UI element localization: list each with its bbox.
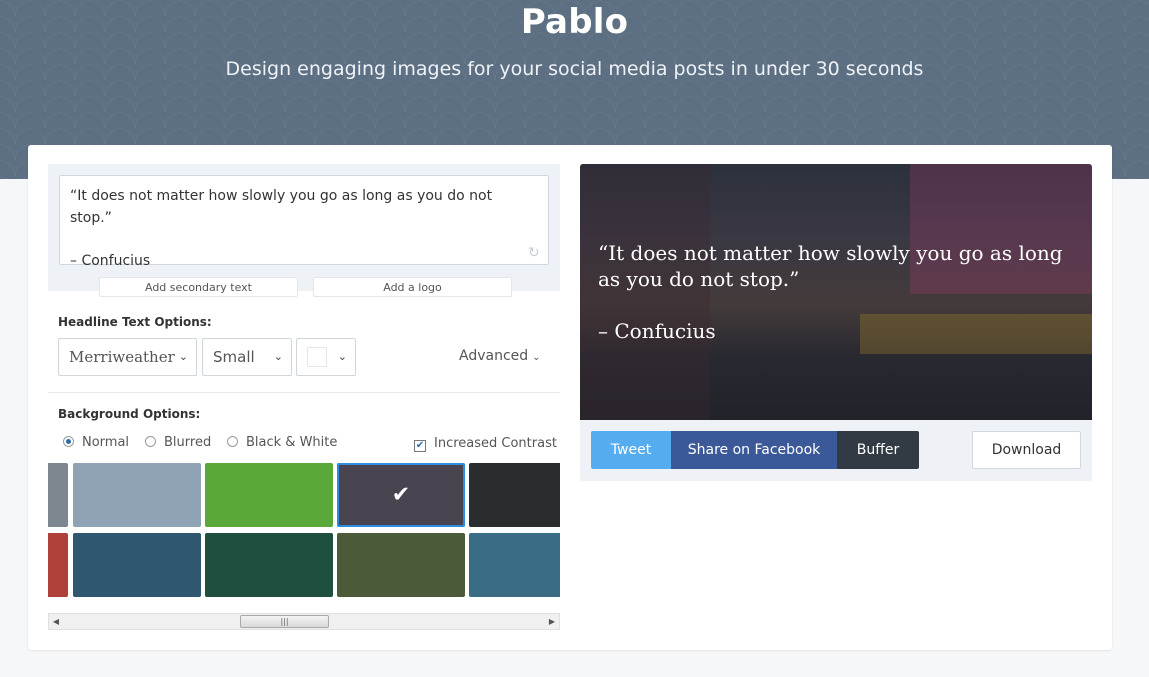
radio-black-white[interactable]: Black & White — [227, 435, 337, 450]
size-select-value: Small — [213, 348, 255, 366]
font-select[interactable]: Merriweather ⌄ — [58, 338, 197, 376]
size-select[interactable]: Small ⌄ — [202, 338, 292, 376]
add-logo-button[interactable]: Add a logo — [313, 277, 512, 297]
app-subtitle: Design engaging images for your social m… — [225, 58, 924, 80]
radio-normal[interactable]: Normal — [63, 435, 129, 450]
thumbnail-clover[interactable] — [205, 463, 333, 527]
background-options-label: Background Options: — [58, 407, 201, 421]
radio-dot — [63, 436, 74, 447]
color-select[interactable]: ⌄ — [296, 338, 356, 376]
thumbnail-dark-texture[interactable] — [469, 463, 560, 527]
radio-label: Blurred — [164, 435, 212, 450]
chevron-down-icon: ⌄ — [273, 350, 283, 363]
preview-background-taxis — [860, 314, 1092, 354]
scrollbar-thumb[interactable]: ||| — [240, 615, 329, 628]
checkmark-icon: ✔ — [391, 482, 411, 508]
refresh-icon[interactable]: ↻ — [528, 246, 542, 260]
app-title: Pablo — [520, 2, 629, 42]
image-preview: “It does not matter how slowly you go as… — [580, 164, 1092, 420]
increased-contrast-checkbox[interactable]: ✔ Increased Contrast — [414, 436, 557, 452]
thumbnail-city-street[interactable]: ✔ — [337, 463, 465, 527]
thumbnail-bridge[interactable] — [73, 463, 201, 527]
scroll-right-arrow-icon[interactable]: ▶ — [545, 614, 559, 629]
main-card: “It does not matter how slowly you go as… — [28, 145, 1112, 650]
chevron-down-icon: ⌄ — [337, 350, 347, 363]
horizontal-scrollbar[interactable]: ◀ ||| ▶ — [48, 613, 560, 630]
thumbnail-green-plant[interactable] — [205, 533, 333, 597]
quote-author: – Confucius — [70, 253, 151, 269]
preview-background-left — [580, 164, 710, 420]
background-thumbnail-grid: ✔ — [48, 463, 560, 597]
thumbnail-blue-wall[interactable] — [469, 533, 560, 597]
text-editor-panel: “It does not matter how slowly you go as… — [48, 164, 560, 297]
advanced-label: Advanced — [459, 348, 529, 364]
radio-blurred[interactable]: Blurred — [145, 435, 211, 450]
tweet-button[interactable]: Tweet — [591, 431, 671, 469]
share-bar: Tweet Share on Facebook Buffer Download — [580, 420, 1092, 481]
radio-dot — [145, 436, 156, 447]
preview-quote: “It does not matter how slowly you go as… — [598, 241, 1063, 291]
download-button[interactable]: Download — [972, 431, 1081, 469]
checkbox-label: Increased Contrast — [434, 436, 557, 451]
radio-label: Black & White — [246, 435, 338, 450]
thumbnail-forest[interactable] — [337, 533, 465, 597]
thumbnail-red-flower[interactable] — [48, 533, 68, 597]
scroll-left-arrow-icon[interactable]: ◀ — [49, 614, 63, 629]
add-secondary-text-button[interactable]: Add secondary text — [99, 277, 298, 297]
buffer-button[interactable]: Buffer — [837, 431, 919, 469]
radio-label: Normal — [82, 435, 130, 450]
thumbnail-rocks[interactable] — [48, 463, 68, 527]
preview-author: – Confucius — [598, 319, 716, 343]
font-select-value: Merriweather — [69, 348, 175, 366]
thumbnail-ocean[interactable] — [73, 533, 201, 597]
checkbox-box: ✔ — [414, 440, 426, 452]
radio-dot — [227, 436, 238, 447]
chevron-down-icon: ⌄ — [178, 350, 188, 363]
divider — [48, 392, 560, 393]
quote-text: “It does not matter how slowly you go as… — [70, 188, 493, 226]
headline-options-label: Headline Text Options: — [58, 315, 212, 329]
quote-textarea[interactable]: “It does not matter how slowly you go as… — [59, 175, 549, 269]
share-facebook-button[interactable]: Share on Facebook — [671, 431, 837, 469]
chevron-down-icon: ⌄ — [532, 352, 541, 363]
color-swatch — [307, 347, 327, 367]
advanced-toggle[interactable]: Advanced ⌄ — [459, 348, 541, 364]
